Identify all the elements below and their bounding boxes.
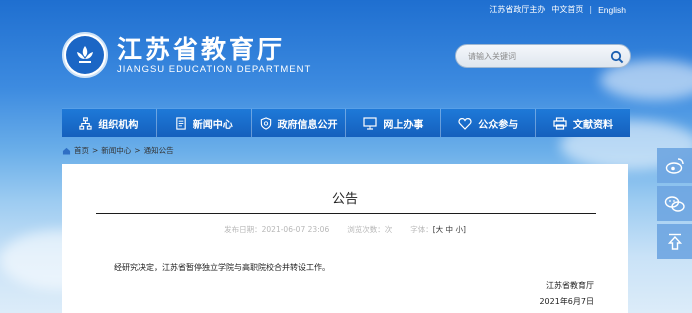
article-date: 2021年6月7日 bbox=[539, 297, 594, 306]
font-size-control: 字体：[大 中 小] bbox=[410, 224, 466, 235]
font-size-large[interactable]: 大 bbox=[436, 225, 444, 234]
views-unit: 次 bbox=[384, 225, 393, 234]
font-size-small[interactable]: 小 bbox=[455, 225, 463, 234]
top-links: 江苏省政厅主办 中文首页 | English bbox=[489, 4, 626, 15]
wechat-button[interactable] bbox=[657, 186, 692, 221]
weibo-icon bbox=[665, 157, 684, 174]
separator: | bbox=[589, 5, 593, 14]
back-to-top-button[interactable] bbox=[657, 224, 692, 259]
site-logo[interactable] bbox=[62, 32, 108, 78]
search-input[interactable] bbox=[468, 51, 598, 61]
breadcrumb-sep: > bbox=[134, 146, 141, 155]
back-to-top-icon bbox=[667, 233, 682, 250]
home-icon bbox=[62, 147, 71, 155]
publish-label: 发布日期： bbox=[224, 225, 262, 234]
heart-icon bbox=[458, 117, 472, 130]
article-body: 经研究决定，江苏省暂停独立学院与高职院校合并转设工作。 bbox=[114, 263, 330, 272]
wechat-icon bbox=[664, 195, 685, 212]
nav-label: 公众参与 bbox=[478, 119, 519, 131]
article-signature: 江苏省教育厅 bbox=[546, 281, 594, 290]
nav-item-gov-info[interactable]: 政府信息公开 bbox=[252, 109, 347, 137]
search-box bbox=[455, 44, 631, 68]
host-text: 江苏省政厅主办 bbox=[489, 5, 546, 14]
nav-item-org[interactable]: 组织机构 bbox=[62, 109, 157, 137]
breadcrumb-news[interactable]: 新闻中心 bbox=[101, 145, 131, 156]
views-label: 浏览次数： bbox=[347, 225, 385, 234]
monitor-icon bbox=[363, 116, 377, 130]
org-chart-icon bbox=[79, 116, 93, 130]
breadcrumb: 首页 > 新闻中心 > 通知公告 bbox=[62, 145, 174, 156]
nav-item-docs[interactable]: 文献资料 bbox=[536, 109, 630, 137]
main-nav: 组织机构 新闻中心 政府信息公开 网上办事 公众参与 文献资料 bbox=[62, 108, 630, 137]
article-meta: 发布日期：2021-06-07 23:06 浏览次数：次 字体：[大 中 小] bbox=[62, 224, 628, 235]
search-button[interactable] bbox=[608, 48, 626, 66]
nav-item-news[interactable]: 新闻中心 bbox=[157, 109, 252, 137]
logo-emblem-icon bbox=[66, 36, 104, 74]
font-size-label: 字体： bbox=[410, 225, 433, 234]
article-panel: 公告 发布日期：2021-06-07 23:06 浏览次数：次 字体：[大 中 … bbox=[62, 164, 628, 313]
font-size-medium[interactable]: 中 bbox=[446, 225, 454, 234]
nav-label: 网上办事 bbox=[383, 119, 424, 131]
weibo-button[interactable] bbox=[657, 148, 692, 183]
bracket: ] bbox=[462, 225, 466, 234]
title-divider bbox=[96, 213, 596, 214]
breadcrumb-home[interactable]: 首页 bbox=[74, 145, 89, 156]
nav-label: 政府信息公开 bbox=[277, 119, 338, 131]
print-icon bbox=[553, 116, 567, 130]
shield-icon bbox=[260, 116, 271, 130]
search-icon bbox=[610, 50, 624, 64]
publish-date: 2021-06-07 23:06 bbox=[261, 225, 330, 234]
document-icon bbox=[175, 116, 186, 130]
article-title: 公告 bbox=[331, 192, 358, 207]
nav-label: 组织机构 bbox=[98, 119, 139, 131]
views-info: 浏览次数：次 bbox=[347, 224, 392, 235]
home-link-zh[interactable]: 中文首页 bbox=[551, 4, 583, 15]
nav-label: 新闻中心 bbox=[192, 119, 233, 131]
nav-item-public[interactable]: 公众参与 bbox=[441, 109, 537, 137]
publish-info: 发布日期：2021-06-07 23:06 bbox=[224, 224, 329, 235]
nav-item-online[interactable]: 网上办事 bbox=[346, 109, 442, 137]
breadcrumb-current[interactable]: 通知公告 bbox=[144, 145, 174, 156]
site-title: 江苏省教育厅 bbox=[117, 35, 286, 64]
site-subtitle: JIANGSU EDUCATION DEPARTMENT bbox=[117, 64, 312, 75]
breadcrumb-sep: > bbox=[92, 146, 99, 155]
english-link[interactable]: English bbox=[598, 5, 626, 15]
nav-label: 文献资料 bbox=[573, 119, 614, 131]
